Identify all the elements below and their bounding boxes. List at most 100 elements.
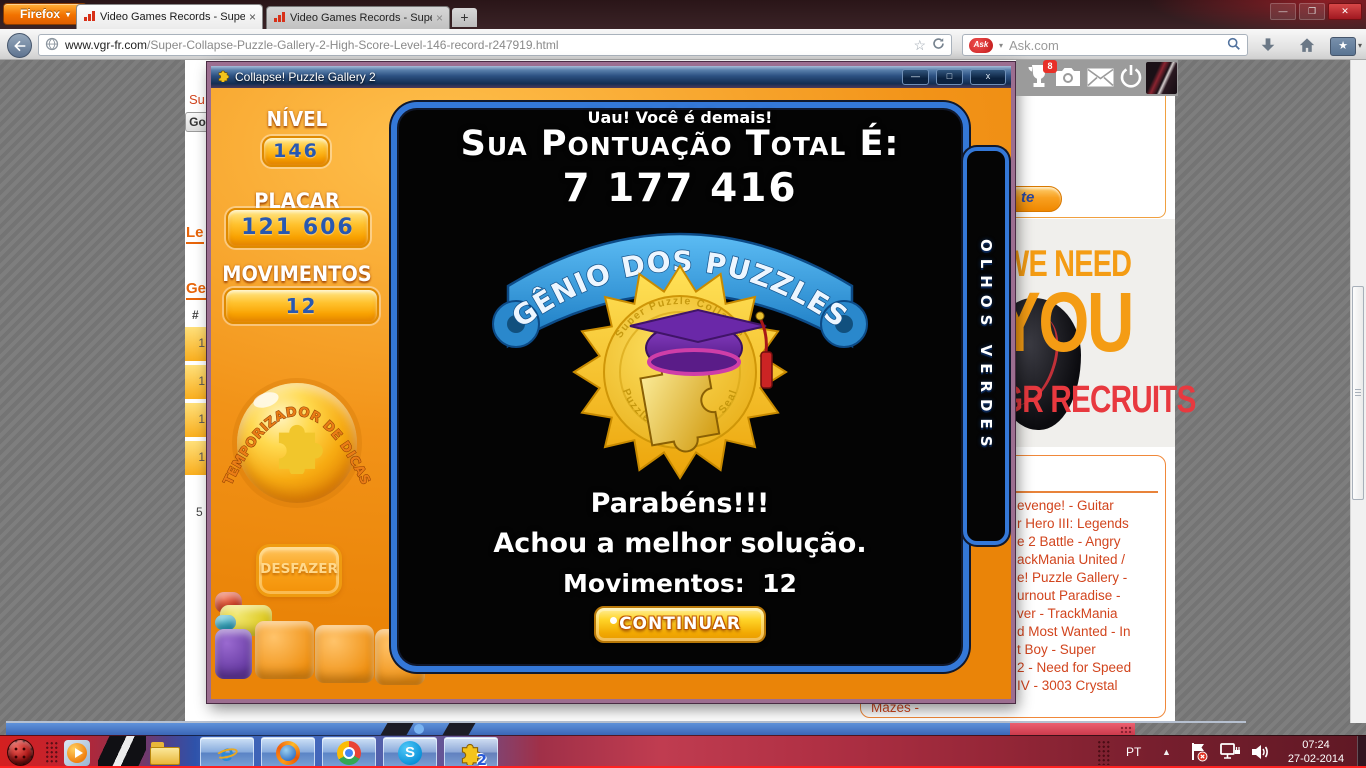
right-tab-label: OLHOS VERDES — [977, 239, 995, 454]
download-icon[interactable] — [1258, 36, 1278, 60]
game-link-line[interactable]: e 2 Battle - Angry — [1017, 533, 1131, 551]
page-link-fragment[interactable]: Su — [189, 92, 205, 107]
media-player-icon[interactable] — [64, 740, 90, 766]
tassel — [761, 352, 772, 388]
tab-inactive[interactable]: Video Games Records - Super Collaps... × — [266, 6, 450, 29]
taskbar: e S 2 PT ▲ 07:24 27-02- — [0, 735, 1366, 768]
game-link-line[interactable]: ackMania United / — [1017, 551, 1131, 569]
game-title-bar[interactable]: Collapse! Puzzle Gallery 2 — □ x — [211, 66, 1011, 88]
game-link-line[interactable]: e! Puzzle Gallery - — [1017, 569, 1131, 587]
firefox-taskbar-button[interactable] — [261, 737, 315, 768]
close-button[interactable]: x — [970, 69, 1006, 85]
new-tab-button[interactable]: + — [452, 8, 477, 27]
game-link-line[interactable]: 2 - Need for Speed — [1017, 659, 1131, 677]
game-link-line[interactable]: ver - TrackMania — [1017, 605, 1131, 623]
maximize-button[interactable]: □ — [936, 69, 963, 85]
collapse-game-taskbar-button[interactable]: 2 — [444, 737, 498, 768]
page-heading-fragment: Ge — [186, 280, 206, 300]
volume-icon[interactable] — [1250, 742, 1270, 767]
game-links-list: evenge! - Guitar r Hero III: Legends e 2… — [1017, 497, 1131, 695]
game-link-line[interactable]: t Boy - Super — [1017, 641, 1131, 659]
puzzle-icon — [216, 68, 230, 87]
power-icon[interactable] — [1119, 64, 1143, 95]
hint-timer-label: TEMPORIZADOR DE DICAS — [221, 405, 373, 488]
game-window-title: Collapse! Puzzle Gallery 2 — [235, 70, 895, 84]
results-panel: Sua Pontuação Total É: 7 177 416 — [391, 102, 969, 672]
game-block-purple[interactable] — [215, 629, 252, 679]
game-link-line[interactable]: d Most Wanted - In — [1017, 623, 1131, 641]
game-link-line[interactable]: r Hero III: Legends — [1017, 515, 1131, 533]
tab-close-icon[interactable]: × — [436, 13, 443, 23]
avatar[interactable] — [1146, 62, 1177, 94]
url-bar[interactable]: www.vgr-fr.com/Super-Collapse-Puzzle-Gal… — [38, 34, 952, 56]
file-explorer-icon[interactable] — [150, 742, 180, 765]
undo-button[interactable]: DESFAZER — [256, 544, 342, 597]
chrome-icon — [337, 741, 361, 765]
start-button[interactable] — [7, 739, 34, 766]
mail-icon[interactable] — [1087, 68, 1114, 92]
bookmarks-panel-button[interactable]: ★ — [1330, 37, 1356, 56]
taskbar-skin-stripes — [98, 736, 146, 768]
back-button[interactable] — [7, 33, 32, 58]
game-block-teal[interactable] — [215, 615, 236, 630]
poster-line: YOU — [997, 274, 1132, 371]
taskbar-separator-dots — [45, 741, 58, 764]
bookmark-star-icon[interactable]: ☆ — [913, 38, 926, 52]
show-hidden-icons[interactable]: ▲ — [1162, 747, 1171, 757]
browser-window-controls: — ❐ ✕ — [1270, 3, 1362, 20]
chrome-taskbar-button[interactable] — [322, 737, 376, 768]
action-center-flag-icon[interactable] — [1190, 742, 1208, 767]
score-value: 121 606 — [226, 208, 370, 248]
tab-title: Video Games Records - Super Collaps... — [100, 11, 245, 23]
reload-icon[interactable] — [932, 37, 945, 53]
ask-logo-icon[interactable]: Ask — [969, 38, 993, 53]
screen: Firefox ▾ Video Games Records - Super Co… — [0, 0, 1366, 768]
maximize-button[interactable]: ❐ — [1299, 3, 1325, 20]
internet-explorer-button[interactable]: e — [200, 737, 254, 768]
browser-tab-strip: Firefox ▾ Video Games Records - Super Co… — [0, 0, 1366, 29]
level-value: 146 — [262, 136, 330, 167]
firefox-menu-button[interactable]: Firefox ▾ — [3, 3, 87, 25]
close-button[interactable]: ✕ — [1328, 3, 1362, 20]
game-link-line[interactable]: IV - 3003 Crystal — [1017, 677, 1131, 695]
chevron-down-icon: ▾ — [66, 10, 70, 19]
minimize-button[interactable]: — — [1270, 3, 1296, 20]
continue-button[interactable]: CONTINUAR — [594, 606, 766, 643]
show-desktop-button[interactable] — [1357, 736, 1366, 768]
right-side-tab[interactable]: OLHOS VERDES — [963, 147, 1009, 545]
skype-taskbar-button[interactable]: S — [383, 737, 437, 768]
table-header-rank: # — [192, 308, 199, 322]
search-bar[interactable]: Ask ▾ Ask.com — [962, 34, 1248, 56]
clock[interactable]: 07:24 27-02-2014 — [1278, 738, 1354, 766]
network-icon[interactable] — [1220, 743, 1242, 766]
search-icon[interactable] — [1227, 37, 1241, 54]
firefox-menu-label: Firefox — [20, 7, 60, 21]
banner-fragment — [1010, 723, 1135, 735]
collapse-game-icon: 2 — [457, 739, 485, 766]
game-link-line[interactable]: evenge! - Guitar — [1017, 497, 1131, 515]
wow-text: Uau! Você é demais! — [397, 108, 963, 127]
game-link-line[interactable]: urnout Paradise - — [1017, 587, 1131, 605]
minimize-button[interactable]: — — [902, 69, 929, 85]
svg-text:TEMPORIZADOR DE DICAS: TEMPORIZADOR DE DICAS — [221, 405, 373, 488]
game-window: Collapse! Puzzle Gallery 2 — □ x Nível 1… — [207, 62, 1015, 703]
tray-separator-dots — [1097, 740, 1111, 765]
site-favicon — [83, 9, 96, 25]
chevron-down-icon[interactable]: ▾ — [1358, 41, 1362, 50]
game-block-orange[interactable] — [255, 621, 314, 679]
url-text: www.vgr-fr.com/Super-Collapse-Puzzle-Gal… — [65, 38, 907, 52]
tab-close-icon[interactable]: × — [249, 12, 256, 22]
grip-dots — [1120, 726, 1133, 733]
game-block-orange[interactable] — [315, 625, 374, 683]
language-indicator[interactable]: PT — [1126, 745, 1141, 759]
chevron-down-icon[interactable]: ▾ — [999, 41, 1003, 50]
url-domain: www.vgr-fr.com — [65, 38, 147, 52]
date: 27-02-2014 — [1278, 752, 1354, 766]
vote-button-label[interactable]: te — [1021, 189, 1034, 206]
tab-active[interactable]: Video Games Records - Super Collaps... × — [76, 4, 263, 29]
home-icon[interactable] — [1297, 36, 1317, 60]
camera-icon[interactable] — [1055, 67, 1081, 92]
scrollbar-thumb[interactable] — [1352, 286, 1364, 500]
hint-timer-label-arc: TEMPORIZADOR DE DICAS — [221, 350, 373, 508]
poster-line: GR RECRUITS — [1000, 379, 1196, 422]
